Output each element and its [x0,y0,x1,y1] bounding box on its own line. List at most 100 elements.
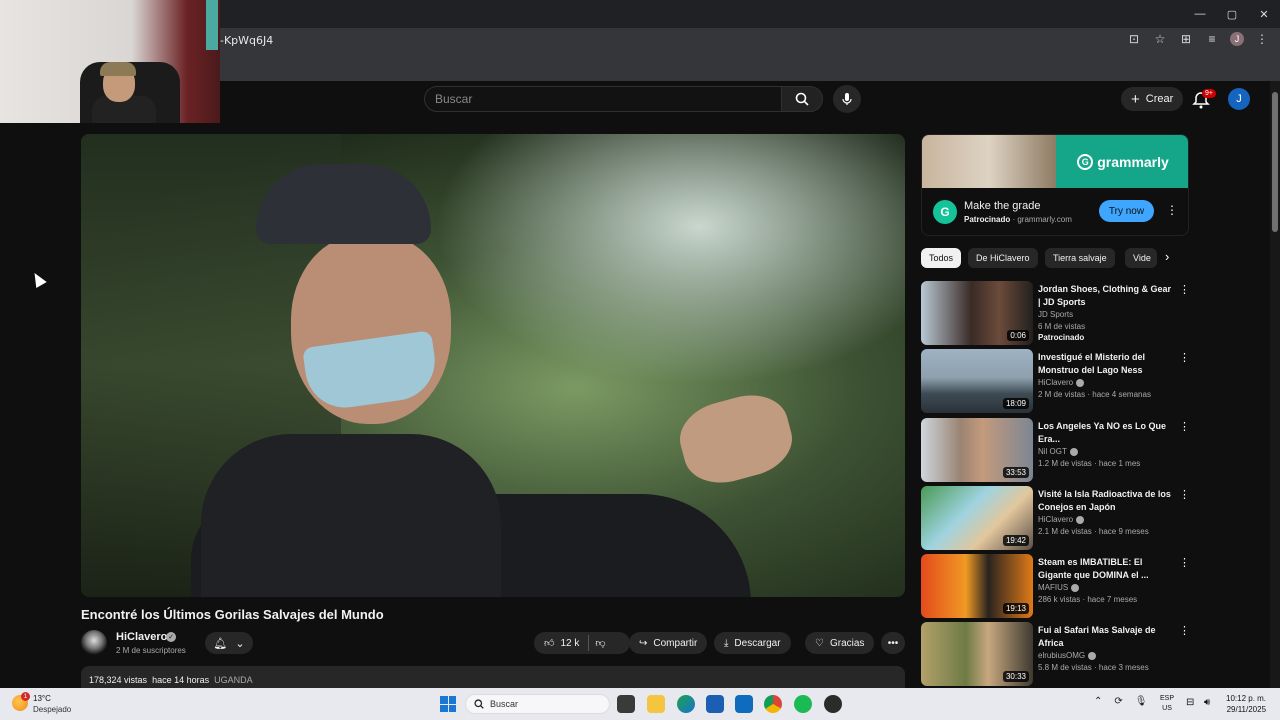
recommended-channel[interactable]: HiClavero [1038,378,1085,387]
chip-from-channel[interactable]: De HiClavero [968,248,1038,268]
sponsored-tag: Patrocinado [1038,333,1085,342]
recommended-item[interactable]: 30:33 Fui al Safari Mas Salvaje de Afric… [921,622,1190,686]
sync-icon[interactable]: ⟳ [1114,696,1122,707]
create-button[interactable]: + Crear [1121,87,1184,111]
channel-name-text[interactable]: elrubiusOMG [1038,651,1085,660]
clock-time: 10:12 p. m. [1226,694,1267,703]
system-clock[interactable]: 10:12 p. m. 29/11/2025 [1226,693,1266,715]
item-menu-icon[interactable]: ⋮ [1179,283,1190,296]
recommended-title[interactable]: Los Angeles Ya NO es Lo Que Era... [1038,420,1174,446]
recommended-item[interactable]: 0:06 Jordan Shoes, Clothing & Gear | JD … [921,281,1190,345]
input-language[interactable]: ESP US [1160,694,1174,714]
item-menu-icon[interactable]: ⋮ [1179,488,1190,501]
search-button[interactable] [781,86,823,112]
install-app-icon[interactable]: ⊡ [1126,32,1142,46]
thumbs-up-icon[interactable]: 👍︎ [544,637,554,649]
ad-cta-button[interactable]: Try now [1099,200,1154,222]
chip-wildlife[interactable]: Tierra salvaje [1045,248,1115,268]
recommended-title[interactable]: Steam es IMBATIBLE: El Gigante que DOMIN… [1038,556,1174,582]
chrome-icon[interactable] [764,695,782,713]
recommended-title[interactable]: Fui al Safari Mas Salvaje de Africa [1038,624,1174,650]
edge-icon[interactable] [677,695,695,713]
media-control-icon[interactable]: ≡ [1204,32,1220,46]
recommended-channel[interactable]: JD Sports [1038,310,1073,319]
file-explorer-icon[interactable] [647,695,665,713]
channel-name-text[interactable]: Nil OGT [1038,447,1067,456]
obs-icon[interactable] [824,695,842,713]
video-thumbnail[interactable]: 19:13 [921,554,1033,618]
download-button[interactable]: ⤓ Descargar [714,632,791,654]
grammarly-logo-icon: G [1077,153,1094,170]
share-button[interactable]: ↪ Compartir [629,632,708,654]
thumbs-down-icon[interactable]: 👎︎ [595,637,605,649]
maximize-button[interactable]: ▢ [1216,0,1248,28]
address-bar-icons: ⊡ ☆ ⊞ ≡ J ⋮ [1126,32,1270,46]
weather-alert-badge: 1 [21,692,30,701]
recommended-channel[interactable]: Nil OGT [1038,447,1078,456]
like-count[interactable]: 12 k [560,638,579,649]
outlook-icon[interactable] [735,695,753,713]
video-player[interactable] [81,134,905,597]
notification-subscribe-button[interactable]: 🔔︎ ⌄ [205,632,253,654]
channel-avatar[interactable] [81,630,107,656]
item-menu-icon[interactable]: ⋮ [1179,351,1190,364]
browser-profile-avatar[interactable]: J [1230,32,1244,46]
microphone-icon[interactable]: 🎙︎ [1135,696,1148,707]
video-thumbnail[interactable]: 0:06 [921,281,1033,345]
ad-menu-icon[interactable]: ⋮ [1166,203,1178,217]
recommended-title[interactable]: Visité la Isla Radioactiva de los Conejo… [1038,488,1174,514]
recommended-item[interactable]: 19:42 Visité la Isla Radioactiva de los … [921,486,1190,550]
url-text[interactable]: -KpWq6J4 [220,34,273,47]
scrollbar-thumb[interactable] [1272,92,1278,232]
video-title: Encontré los Últimos Gorilas Salvajes de… [81,607,384,622]
channel-name[interactable]: HiClavero [116,631,167,643]
recommended-title[interactable]: Investigué el Misterio del Monstruo del … [1038,351,1174,377]
channel-name-text[interactable]: MAFIUS [1038,583,1068,592]
video-thumbnail[interactable]: 33:53 [921,418,1033,482]
network-icon[interactable]: ⊟ [1186,697,1194,708]
location-tag[interactable]: UGANDA [214,675,253,685]
video-thumbnail[interactable]: 19:42 [921,486,1033,550]
more-actions-button[interactable]: ••• [881,632,905,654]
recommended-item[interactable]: 18:09 Investigué el Misterio del Monstru… [921,349,1190,413]
chevron-up-icon[interactable]: ⌃ [1094,696,1102,707]
item-menu-icon[interactable]: ⋮ [1179,420,1190,433]
taskbar-search[interactable]: Buscar [465,694,610,714]
bookmark-star-icon[interactable]: ☆ [1152,32,1168,46]
store-icon[interactable] [706,695,724,713]
recommended-meta: 286 k vistas · hace 7 meses [1038,595,1138,604]
user-avatar[interactable]: J [1228,88,1250,110]
search-input[interactable] [425,87,781,111]
channel-name-text[interactable]: HiClavero [1038,515,1073,524]
weather-temperature[interactable]: 13°C [33,694,51,703]
duration-badge: 19:13 [1002,603,1029,614]
recommended-meta: 5.8 M de vistas · hace 3 meses [1038,663,1149,672]
chip-videos[interactable]: Vide [1125,248,1157,268]
sponsored-ad-card[interactable]: G grammarly G Make the grade Patrocinado… [921,134,1189,236]
recommended-item[interactable]: 19:13 Steam es IMBATIBLE: El Gigante que… [921,554,1190,618]
spotify-icon[interactable] [794,695,812,713]
recommended-channel[interactable]: HiClavero [1038,515,1085,524]
minimize-button[interactable]: — [1184,0,1216,28]
browser-menu-icon[interactable]: ⋮ [1254,32,1270,46]
item-menu-icon[interactable]: ⋮ [1179,556,1190,569]
volume-icon[interactable]: 🔊︎ [1204,697,1210,708]
chip-all[interactable]: Todos [921,248,962,268]
channel-name-text[interactable]: HiClavero [1038,378,1073,387]
voice-search-button[interactable] [833,85,861,113]
weather-description[interactable]: Despejado [33,705,71,714]
thanks-button[interactable]: ♡ Gracias [805,632,875,654]
close-window-button[interactable]: ✕ [1248,0,1280,28]
recommended-channel[interactable]: elrubiusOMG [1038,651,1097,660]
task-view-icon[interactable] [617,695,635,713]
video-thumbnail[interactable]: 30:33 [921,622,1033,686]
start-button[interactable] [440,696,456,712]
tab-search-icon[interactable]: ⊞ [1178,32,1194,46]
search-box[interactable] [424,86,782,112]
recommended-channel[interactable]: MAFIUS [1038,583,1080,592]
video-thumbnail[interactable]: 18:09 [921,349,1033,413]
chevron-right-icon[interactable]: › [1165,249,1169,264]
recommended-item[interactable]: 33:53 Los Angeles Ya NO es Lo Que Era...… [921,418,1190,482]
item-menu-icon[interactable]: ⋮ [1179,624,1190,637]
recommended-title[interactable]: Jordan Shoes, Clothing & Gear | JD Sport… [1038,283,1174,309]
